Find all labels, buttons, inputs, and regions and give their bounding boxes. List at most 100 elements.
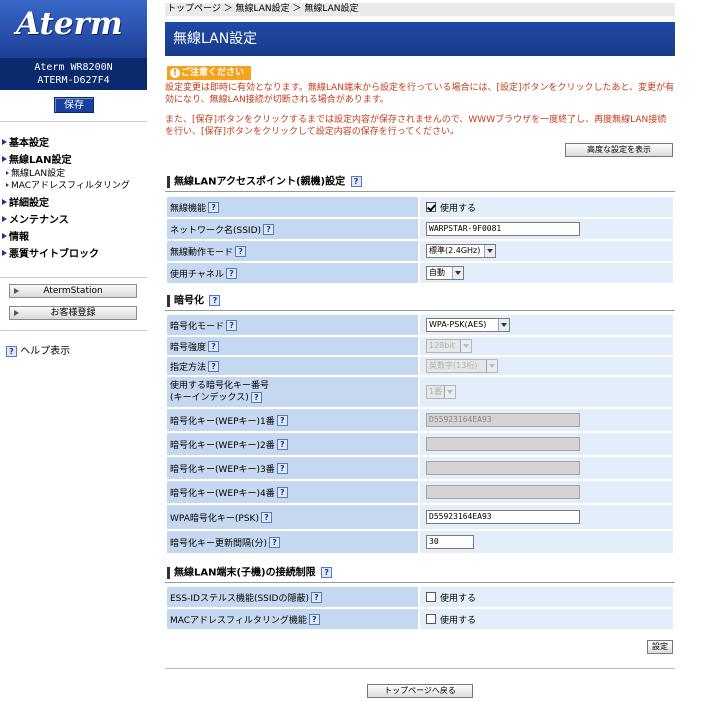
warning-icon: ! (170, 68, 180, 78)
arrow-icon (14, 310, 19, 316)
help-icon[interactable]: ? (350, 176, 362, 187)
row-key-index: 使用する暗号化キー番号 (キーインデックス)? 1番 (167, 377, 673, 407)
menu-advanced-settings[interactable]: 詳細設定 (2, 194, 49, 209)
customer-registration-button[interactable]: お客様登録 (9, 306, 137, 320)
help-icon[interactable]: ? (263, 223, 275, 235)
row-wireless-mode: 無線動作モード? 標準(2.4GHz) (167, 241, 673, 261)
row-spec-method: 指定方法? 英数字(13桁) (167, 357, 673, 375)
wep-key-1-input[interactable]: D55923164EA93 (426, 413, 580, 427)
sidebar: Aterm Aterm WR8200N ATERM-D627F4 保存 基本設定… (0, 0, 147, 711)
spec-method-select[interactable]: 英数字(13桁) (426, 359, 498, 373)
menu-wireless-settings[interactable]: 無線LAN設定 (2, 151, 71, 166)
submenu-mac-filtering[interactable]: MACアドレスフィルタリング (6, 178, 130, 191)
menu-basic-settings[interactable]: 基本設定 (2, 134, 49, 149)
divider (165, 668, 675, 669)
menu-info[interactable]: 情報 (2, 228, 29, 243)
wep-key-4-input[interactable] (426, 485, 580, 499)
wireless-mode-select[interactable]: 標準(2.4GHz) (426, 244, 496, 258)
arrow-icon (2, 233, 7, 239)
section-underline (165, 582, 675, 583)
notice-text: また、[保存]ボタンをクリックするまでは設定内容が保存されませんので、WWWブラ… (165, 115, 667, 137)
device-id: ATERM-D627F4 (37, 75, 110, 86)
row-wep-key-1: 暗号化キー(WEPキー)1番? D55923164EA93 (167, 409, 673, 431)
help-icon[interactable]: ? (250, 392, 262, 403)
mac-filter-checkbox[interactable] (426, 614, 436, 624)
section-underline (165, 191, 675, 192)
section-title-encryption: 暗号化 ? (167, 295, 221, 307)
caution-badge: ! ご注意ください (167, 66, 251, 80)
section-title-client-restriction: 無線LAN端末(子機)の接続制限 ? (167, 567, 333, 579)
model-info: Aterm WR8200N ATERM-D627F4 (0, 58, 147, 90)
help-icon[interactable]: ? (260, 511, 272, 523)
key-interval-input[interactable]: 30 (426, 535, 474, 549)
menu-site-block[interactable]: 悪質サイトブロック (2, 245, 99, 260)
chevron-down-icon (452, 267, 463, 279)
arrow-icon (2, 199, 7, 205)
page-title: 無線LAN設定 (165, 22, 675, 56)
row-ssid: ネットワーク名(SSID)? WARPSTAR-9F0081 (167, 219, 673, 239)
help-icon[interactable]: ? (308, 613, 320, 625)
wireless-function-checkbox[interactable] (426, 202, 436, 212)
help-icon[interactable]: ? (310, 591, 322, 603)
help-icon[interactable]: ? (276, 462, 288, 474)
show-advanced-button[interactable]: 高度な設定を表示 (565, 143, 673, 157)
arrow-icon (6, 171, 9, 175)
chevron-down-icon (460, 340, 471, 352)
ssid-input[interactable]: WARPSTAR-9F0081 (426, 222, 580, 236)
psk-input[interactable]: D55923164EA93 (426, 510, 580, 524)
help-icon[interactable]: ? (208, 360, 220, 372)
row-psk: WPA暗号化キー(PSK)? D55923164EA93 (167, 505, 673, 529)
aterm-station-button[interactable]: AtermStation (9, 284, 137, 298)
model-name: Aterm WR8200N (34, 62, 113, 73)
row-channel: 使用チャネル? 自動 (167, 263, 673, 283)
row-wep-key-3: 暗号化キー(WEPキー)3番? (167, 457, 673, 479)
chevron-down-icon (498, 319, 509, 331)
help-icon[interactable]: ? (269, 536, 281, 548)
help-icon[interactable]: ? (208, 201, 220, 213)
row-wep-key-4: 暗号化キー(WEPキー)4番? (167, 481, 673, 503)
encryption-mode-select[interactable]: WPA-PSK(AES) (426, 318, 510, 332)
chevron-down-icon (444, 386, 455, 398)
arrow-icon (6, 183, 9, 187)
arrow-icon (14, 288, 19, 294)
help-icon[interactable]: ? (276, 438, 288, 450)
row-mac-filter: MACアドレスフィルタリング機能? 使用する (167, 609, 673, 629)
divider (0, 330, 147, 331)
save-button[interactable]: 保存 (54, 97, 94, 113)
help-icon[interactable]: ? (226, 319, 238, 331)
row-encryption-strength: 暗号強度? 128bit (167, 337, 673, 355)
aterm-logo: Aterm (0, 0, 147, 58)
row-stealth: ESS-IDステルス機能(SSIDの隠蔽)? 使用する (167, 587, 673, 607)
help-icon[interactable]: ? (225, 267, 237, 279)
wep-key-3-input[interactable] (426, 461, 580, 475)
key-index-select[interactable]: 1番 (426, 385, 456, 399)
row-key-interval: 暗号化キー更新間隔(分)? 30 (167, 531, 673, 553)
arrow-icon (2, 156, 7, 162)
breadcrumb: トップページ ＞ 無線LAN設定 ＞ 無線LAN設定 (165, 3, 675, 16)
help-icon[interactable]: ? (276, 486, 288, 498)
row-wep-key-2: 暗号化キー(WEPキー)2番? (167, 433, 673, 455)
back-to-top-button[interactable]: トップページへ戻る (367, 684, 473, 698)
row-encryption-mode: 暗号化モード? WPA-PSK(AES) (167, 315, 673, 335)
wep-key-2-input[interactable] (426, 437, 580, 451)
channel-select[interactable]: 自動 (426, 266, 464, 280)
help-icon: ? (6, 345, 17, 357)
arrow-icon (2, 139, 7, 145)
help-icon[interactable]: ? (208, 340, 220, 352)
chevron-down-icon (486, 360, 497, 372)
menu-maintenance[interactable]: メンテナンス (2, 211, 69, 226)
set-button[interactable]: 設定 (647, 640, 673, 654)
row-wireless-function: 無線機能? 使用する (167, 197, 673, 217)
notice-text: 設定変更は即時に有効となります。無線LAN端末から設定を行っている場合には、[設… (165, 83, 675, 105)
help-icon[interactable]: ? (276, 414, 288, 426)
divider (0, 121, 147, 122)
logo-text: Aterm (16, 6, 123, 42)
help-icon[interactable]: ? (209, 295, 221, 306)
encryption-strength-select[interactable]: 128bit (426, 339, 472, 353)
stealth-checkbox[interactable] (426, 592, 436, 602)
help-link[interactable]: ? ヘルプ表示 (4, 342, 70, 357)
help-icon[interactable]: ? (321, 567, 333, 578)
chevron-down-icon (484, 245, 495, 257)
arrow-icon (2, 250, 7, 256)
help-icon[interactable]: ? (235, 245, 247, 257)
